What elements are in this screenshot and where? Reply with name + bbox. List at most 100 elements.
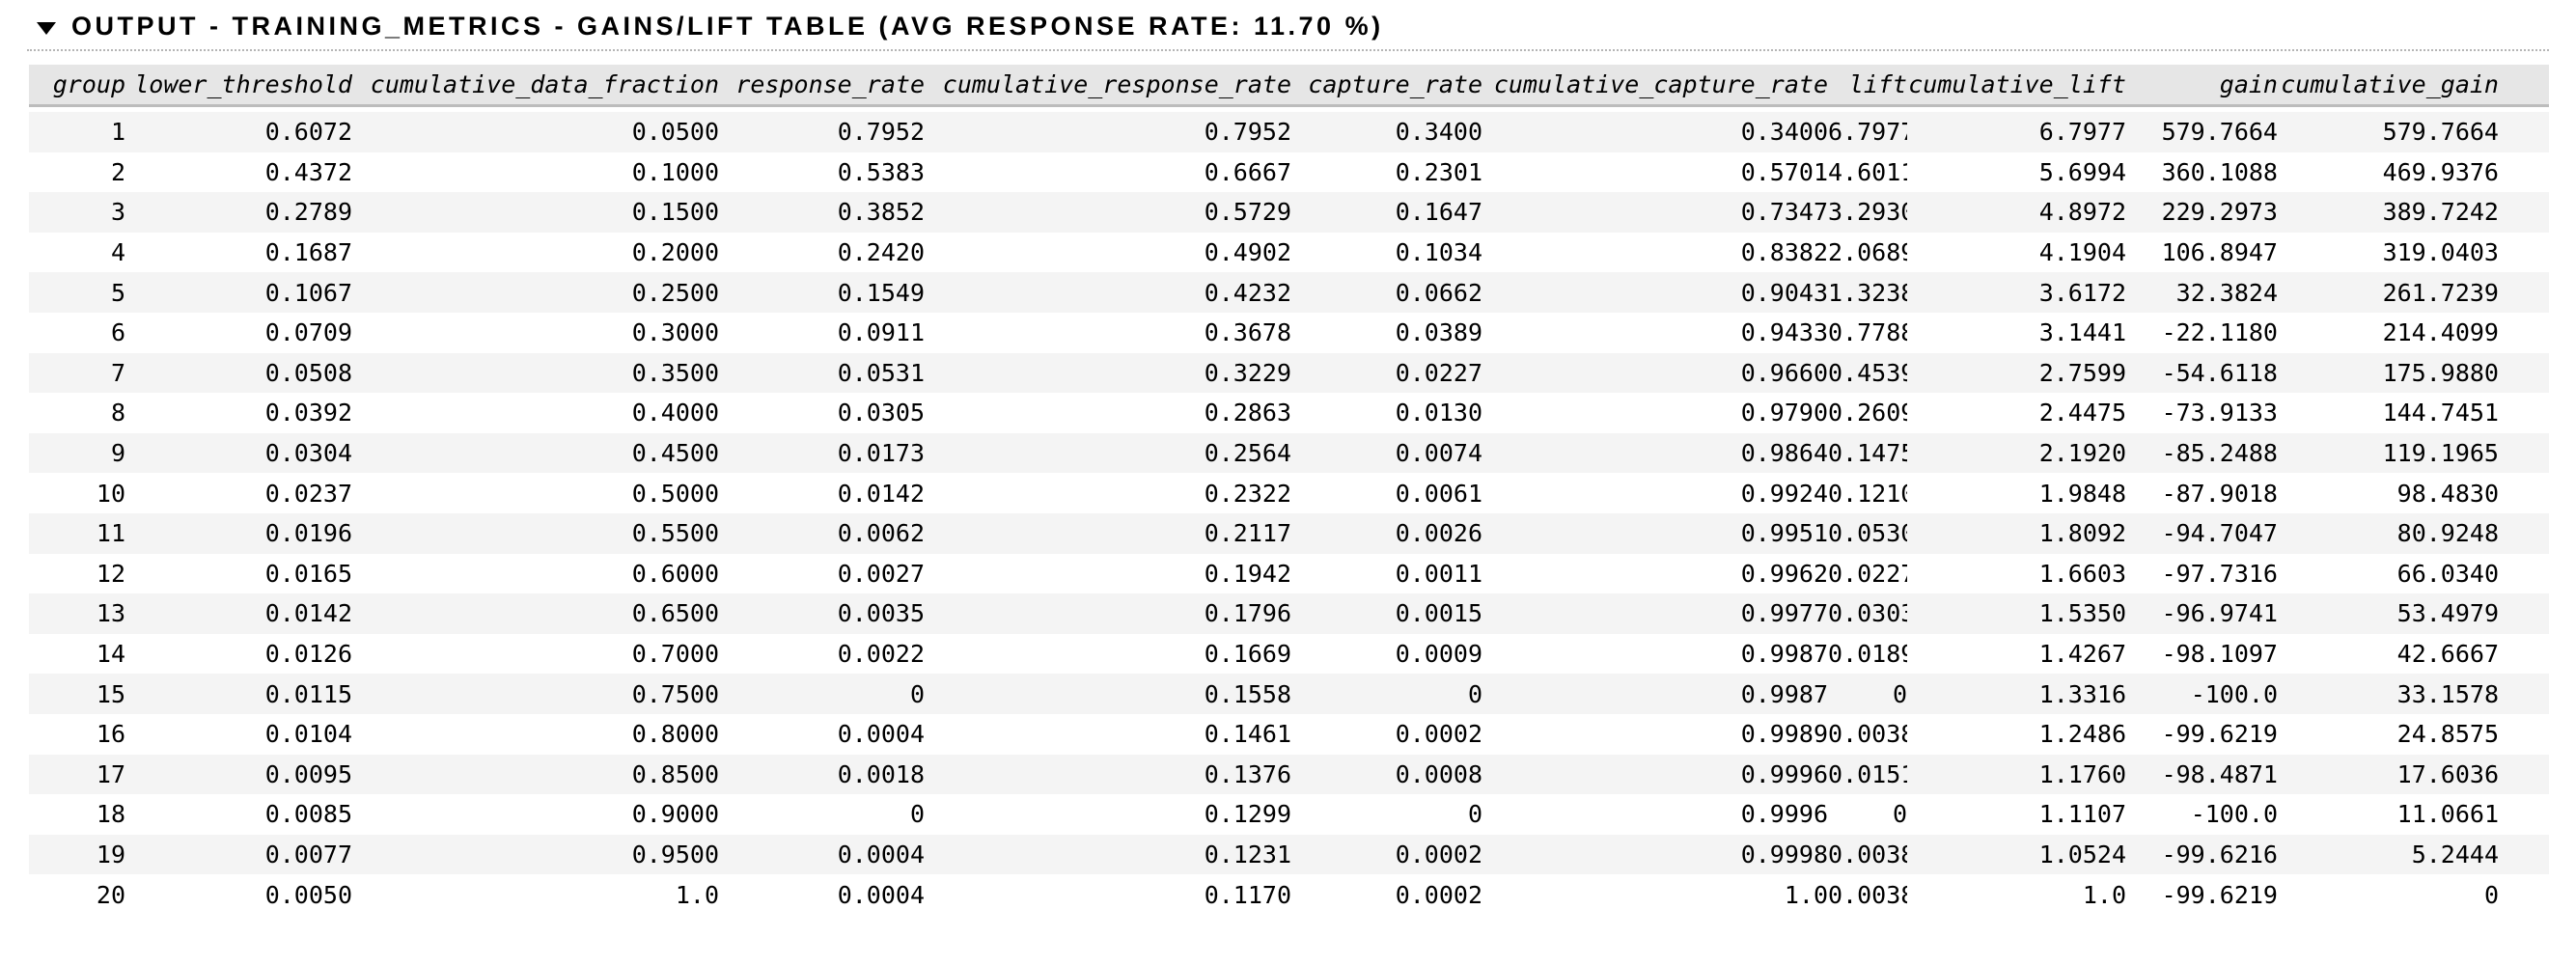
column-header-lower_threshold: lower_threshold [125,65,352,106]
cell-lower_threshold: 0.1687 [125,233,352,273]
cell-group: 17 [29,755,125,795]
cell-cumulative_response_rate: 0.2117 [925,513,1291,554]
cell-cumulative_gain: 389.7242 [2278,192,2549,233]
cell-cumulative_lift: 5.6994 [1907,152,2126,193]
cell-cumulative_data_fraction: 0.6500 [352,593,719,634]
column-header-cumulative_lift: cumulative_lift [1907,65,2126,106]
cell-gain: -97.7316 [2126,554,2278,594]
cell-lower_threshold: 0.0392 [125,393,352,433]
cell-lift: 0 [1828,794,1907,835]
cell-capture_rate: 0.0130 [1291,393,1482,433]
section-title[interactable]: OUTPUT - TRAINING_METRICS - GAINS/LIFT T… [71,12,1384,41]
cell-cumulative_capture_rate: 0.3400 [1482,112,1828,152]
cell-lift: 0.2609 [1828,393,1907,433]
cell-lift: 0.1210 [1828,473,1907,513]
cell-cumulative_data_fraction: 0.5000 [352,473,719,513]
cell-gain: -100.0 [2126,794,2278,835]
cell-capture_rate: 0.0009 [1291,634,1482,675]
cell-lift: 2.0689 [1828,233,1907,273]
cell-group: 1 [29,112,125,152]
cell-cumulative_response_rate: 0.6667 [925,152,1291,193]
cell-capture_rate: 0.3400 [1291,112,1482,152]
cell-cumulative_capture_rate: 0.9996 [1482,755,1828,795]
cell-response_rate: 0.0173 [719,433,925,474]
cell-response_rate: 0.2420 [719,233,925,273]
cell-cumulative_response_rate: 0.2322 [925,473,1291,513]
cell-response_rate: 0.0004 [719,714,925,755]
cell-cumulative_data_fraction: 0.2000 [352,233,719,273]
cell-group: 19 [29,835,125,875]
cell-group: 3 [29,192,125,233]
cell-lift: 0.0303 [1828,593,1907,634]
cell-cumulative_capture_rate: 0.7347 [1482,192,1828,233]
cell-response_rate: 0.0531 [719,353,925,394]
column-header-cumulative_response_rate: cumulative_response_rate [925,65,1291,106]
cell-cumulative_capture_rate: 0.9996 [1482,794,1828,835]
cell-response_rate: 0.0305 [719,393,925,433]
cell-gain: 579.7664 [2126,112,2278,152]
column-header-group: group [29,65,125,106]
cell-gain: -98.4871 [2126,755,2278,795]
cell-cumulative_capture_rate: 0.8382 [1482,233,1828,273]
cell-response_rate: 0.0062 [719,513,925,554]
table-row: 200.00501.00.00040.11700.00021.00.00381.… [29,874,2549,915]
cell-cumulative_gain: 579.7664 [2278,112,2549,152]
cell-lower_threshold: 0.0095 [125,755,352,795]
column-header-cumulative_data_fraction: cumulative_data_fraction [352,65,719,106]
cell-cumulative_gain: 0 [2278,874,2549,915]
cell-group: 2 [29,152,125,193]
cell-gain: -99.6219 [2126,874,2278,915]
cell-cumulative_response_rate: 0.7952 [925,112,1291,152]
cell-cumulative_data_fraction: 0.1500 [352,192,719,233]
cell-gain: -94.7047 [2126,513,2278,554]
cell-cumulative_data_fraction: 0.9500 [352,835,719,875]
table-row: 170.00950.85000.00180.13760.00080.99960.… [29,755,2549,795]
cell-group: 12 [29,554,125,594]
cell-cumulative_response_rate: 0.2564 [925,433,1291,474]
cell-response_rate: 0.0035 [719,593,925,634]
cell-lower_threshold: 0.0115 [125,674,352,714]
cell-cumulative_gain: 98.4830 [2278,473,2549,513]
cell-lift: 6.7977 [1828,112,1907,152]
cell-lower_threshold: 0.0104 [125,714,352,755]
cell-cumulative_data_fraction: 1.0 [352,874,719,915]
cell-cumulative_gain: 119.1965 [2278,433,2549,474]
gains-lift-table: grouplower_thresholdcumulative_data_frac… [29,65,2549,915]
cell-lower_threshold: 0.0126 [125,634,352,675]
cell-cumulative_lift: 1.6603 [1907,554,2126,594]
cell-lift: 0.0038 [1828,714,1907,755]
cell-cumulative_response_rate: 0.1796 [925,593,1291,634]
cell-cumulative_lift: 1.9848 [1907,473,2126,513]
table-row: 80.03920.40000.03050.28630.01300.97900.2… [29,393,2549,433]
cell-gain: -96.9741 [2126,593,2278,634]
cell-lift: 3.2930 [1828,192,1907,233]
cell-lift: 0.4539 [1828,353,1907,394]
cell-response_rate: 0.0027 [719,554,925,594]
table-row: 100.02370.50000.01420.23220.00610.99240.… [29,473,2549,513]
cell-capture_rate: 0.0662 [1291,272,1482,313]
cell-cumulative_capture_rate: 1.0 [1482,874,1828,915]
cell-lower_threshold: 0.1067 [125,272,352,313]
column-header-response_rate: response_rate [719,65,925,106]
cell-response_rate: 0.3852 [719,192,925,233]
table-row: 190.00770.95000.00040.12310.00020.99980.… [29,835,2549,875]
cell-lower_threshold: 0.0165 [125,554,352,594]
collapse-triangle-icon[interactable] [37,22,56,35]
cell-cumulative_capture_rate: 0.9043 [1482,272,1828,313]
cell-cumulative_gain: 469.9376 [2278,152,2549,193]
cell-cumulative_response_rate: 0.1942 [925,554,1291,594]
cell-capture_rate: 0.0074 [1291,433,1482,474]
cell-cumulative_lift: 1.1107 [1907,794,2126,835]
cell-cumulative_response_rate: 0.1558 [925,674,1291,714]
cell-lower_threshold: 0.0304 [125,433,352,474]
cell-cumulative_response_rate: 0.1170 [925,874,1291,915]
cell-group: 9 [29,433,125,474]
column-header-lift: lift [1828,65,1907,106]
cell-cumulative_data_fraction: 0.9000 [352,794,719,835]
cell-cumulative_lift: 2.1920 [1907,433,2126,474]
cell-cumulative_data_fraction: 0.8000 [352,714,719,755]
cell-capture_rate: 0.0061 [1291,473,1482,513]
cell-response_rate: 0.0004 [719,835,925,875]
output-section-header[interactable]: OUTPUT - TRAINING_METRICS - GAINS/LIFT T… [27,12,2549,51]
cell-cumulative_lift: 4.8972 [1907,192,2126,233]
